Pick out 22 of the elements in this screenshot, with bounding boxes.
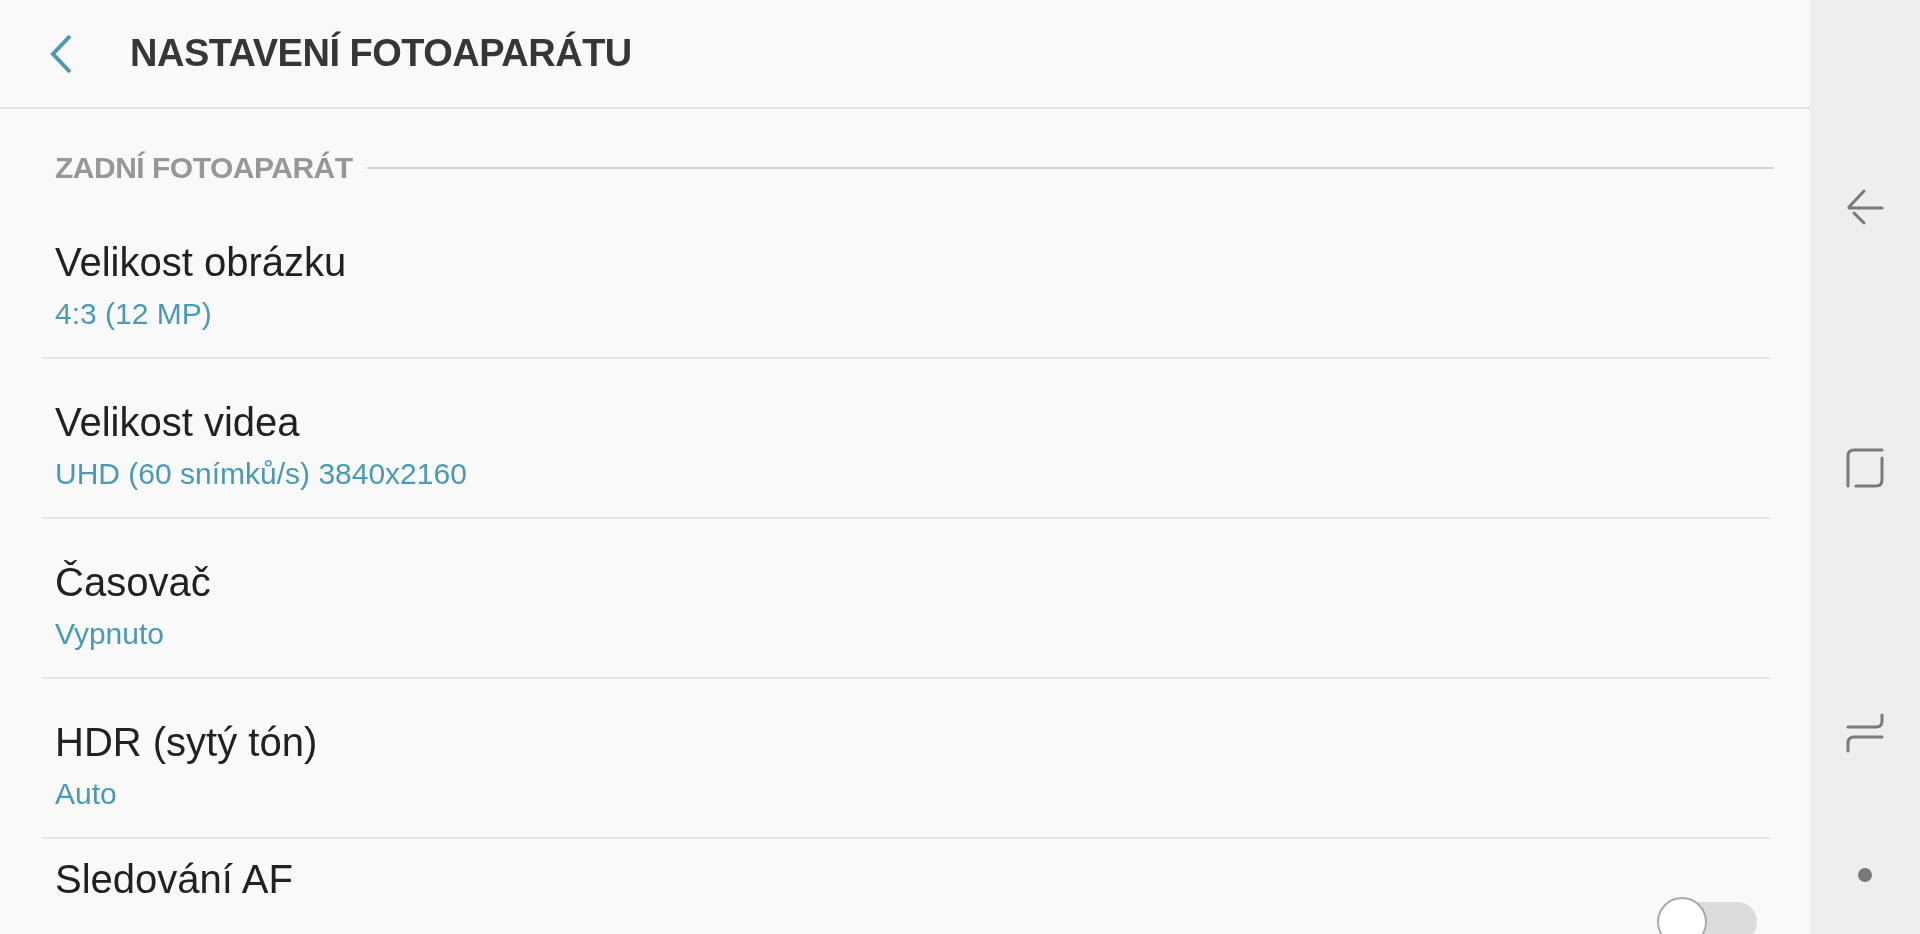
hide-nav-button[interactable] bbox=[1858, 868, 1872, 882]
setting-title: Časovač bbox=[55, 559, 211, 605]
toggle-switch[interactable] bbox=[1657, 897, 1757, 934]
setting-value: UHD (60 snímků/s) 3840x2160 bbox=[55, 456, 467, 491]
setting-row[interactable]: Časovač Vypnuto bbox=[42, 519, 1770, 679]
setting-title: Velikost videa bbox=[55, 399, 301, 445]
section-title: ZADNÍ FOTOAPARÁT bbox=[55, 151, 353, 185]
setting-row[interactable]: Sledování AF bbox=[42, 839, 1770, 934]
dot-icon bbox=[1858, 868, 1872, 882]
setting-title: HDR (sytý tón) bbox=[55, 719, 318, 765]
setting-row[interactable]: Velikost videa UHD (60 snímků/s) 3840x2160 bbox=[42, 359, 1770, 519]
recents-button[interactable] bbox=[1846, 713, 1884, 753]
setting-value: Auto bbox=[55, 776, 118, 811]
home-button[interactable] bbox=[1846, 448, 1884, 488]
page-title: NASTAVENÍ FOTOAPARÁTU bbox=[130, 32, 632, 75]
recents-icon bbox=[1846, 713, 1884, 753]
setting-title: Sledování AF bbox=[55, 857, 293, 902]
setting-value: 4:3 (12 MP) bbox=[55, 296, 213, 331]
setting-value: Vypnuto bbox=[55, 616, 165, 651]
setting-row[interactable]: HDR (sytý tón) Auto bbox=[42, 679, 1770, 839]
setting-title: Velikost obrázku bbox=[55, 239, 347, 285]
setting-row[interactable]: Velikost obrázku 4:3 (12 MP) bbox=[42, 199, 1770, 359]
